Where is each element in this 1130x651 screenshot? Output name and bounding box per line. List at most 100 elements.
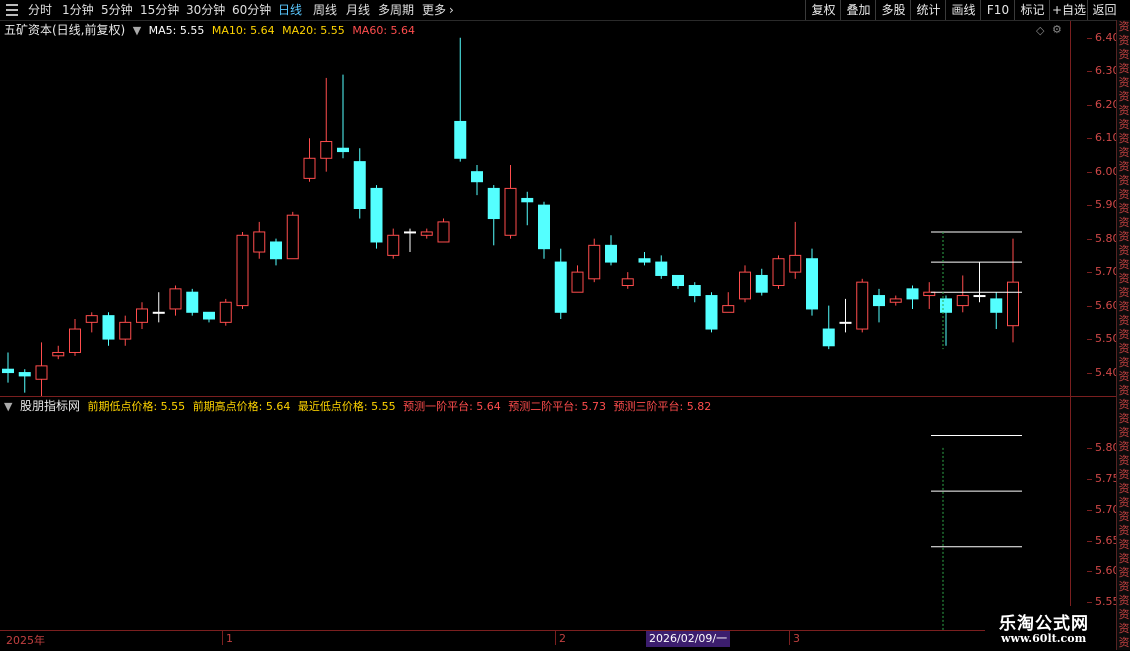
candle[interactable] [571, 265, 584, 293]
chevron-right-icon[interactable]: › [449, 0, 454, 20]
candle[interactable] [270, 238, 282, 266]
candle[interactable] [471, 164, 483, 196]
candle[interactable] [203, 311, 215, 323]
tab-9[interactable]: 多周期 [378, 0, 414, 20]
candle[interactable] [320, 77, 333, 172]
candle[interactable] [454, 37, 467, 162]
tab-5[interactable]: 60分钟 [232, 0, 271, 20]
candle[interactable] [85, 312, 98, 333]
toolbar-button-4[interactable]: 画线 [945, 0, 981, 20]
candle[interactable] [722, 292, 735, 313]
tab-10[interactable]: 更多 [422, 0, 446, 20]
candle[interactable] [705, 292, 718, 333]
candle[interactable] [638, 252, 651, 266]
toolbar-button-6[interactable]: 标记 [1014, 0, 1050, 20]
candle[interactable] [437, 218, 450, 243]
candle[interactable] [286, 211, 299, 260]
toolbar-button-7[interactable]: +自选 [1049, 0, 1088, 20]
candle[interactable] [236, 231, 249, 309]
candle[interactable] [370, 185, 383, 249]
candle-body [169, 288, 182, 310]
candle[interactable] [554, 248, 567, 319]
toolbar-button-1[interactable]: 叠加 [840, 0, 876, 20]
candle[interactable] [856, 278, 869, 333]
candle[interactable] [35, 342, 48, 396]
tab-0[interactable]: 分时 [28, 0, 52, 20]
candle[interactable] [102, 312, 115, 346]
toolbar-button-5[interactable]: F10 [980, 0, 1015, 20]
toolbar-button-8[interactable]: 返回 [1087, 0, 1121, 20]
candle[interactable] [772, 255, 785, 289]
candle[interactable] [839, 298, 852, 333]
candle-body [420, 231, 433, 236]
candle[interactable] [253, 221, 266, 259]
candle[interactable] [487, 185, 500, 246]
candle[interactable] [605, 235, 617, 266]
candle[interactable] [387, 228, 400, 259]
candle[interactable] [956, 275, 969, 313]
candle[interactable] [655, 255, 668, 279]
toolbar-button-2[interactable]: 多股 [875, 0, 911, 20]
tab-3[interactable]: 15分钟 [140, 0, 179, 20]
candle-body [219, 301, 232, 323]
candle[interactable] [973, 262, 986, 303]
candle[interactable] [621, 272, 634, 289]
candle-body [387, 234, 400, 256]
candle[interactable] [538, 201, 550, 259]
side-info-strip[interactable]: 资资资资资资资资资资资资资资资资资资资资资资资资资资资资资资资资资资资资资资资资… [1116, 20, 1130, 650]
candle[interactable] [404, 228, 416, 253]
candle[interactable] [186, 288, 199, 316]
candle[interactable] [755, 268, 768, 296]
candle[interactable] [152, 292, 165, 323]
menu-icon[interactable] [6, 4, 18, 16]
candle[interactable] [806, 248, 818, 316]
candle[interactable] [672, 274, 684, 289]
side-glyph: 资 [1118, 62, 1130, 75]
period-toolbar: 分时 1分钟 5分钟 15分钟 30分钟 60分钟 日线 周线 月线 多周期 更多 › 复权 叠加 多股统… [0, 0, 1130, 21]
candle[interactable] [18, 369, 31, 393]
candle[interactable] [219, 298, 232, 326]
tab-8[interactable]: 月线 [346, 0, 370, 20]
candle[interactable] [906, 285, 919, 309]
candle[interactable] [1007, 238, 1019, 343]
candle[interactable] [889, 295, 902, 306]
candle[interactable] [873, 288, 885, 323]
side-glyph: 资 [1118, 300, 1130, 313]
candle[interactable] [69, 318, 81, 356]
candle[interactable] [688, 282, 701, 303]
tab-4[interactable]: 30分钟 [186, 0, 225, 20]
side-glyph: 资 [1118, 412, 1130, 425]
side-glyph: 资 [1118, 510, 1130, 523]
candle-body [722, 305, 735, 313]
candle[interactable] [588, 238, 601, 283]
candle[interactable] [521, 191, 534, 226]
tab-7[interactable]: 周线 [313, 0, 337, 20]
candle[interactable] [136, 302, 148, 330]
kline-chart[interactable] [0, 21, 1070, 396]
tab-2[interactable]: 5分钟 [101, 0, 133, 20]
candle[interactable] [940, 295, 952, 346]
candle[interactable] [789, 221, 802, 279]
candle[interactable] [169, 285, 182, 316]
candle[interactable] [420, 228, 433, 239]
tab-1[interactable]: 1分钟 [62, 0, 94, 20]
tab-6[interactable]: 日线 [278, 0, 302, 20]
indicator-chart[interactable] [0, 397, 1070, 630]
toolbar-button-0[interactable]: 复权 [805, 0, 841, 20]
candle-body [605, 244, 617, 263]
candle[interactable] [923, 282, 936, 309]
candle[interactable] [822, 305, 835, 350]
candle[interactable] [2, 352, 14, 383]
candle[interactable] [504, 164, 517, 239]
indicator-axis: 5.80 5.75 5.70 5.65 5.60 5.55 [1070, 397, 1120, 630]
candle[interactable] [337, 74, 349, 159]
candle[interactable] [303, 138, 316, 182]
candle[interactable] [119, 315, 132, 346]
candle[interactable] [52, 345, 65, 360]
candle[interactable] [353, 148, 366, 219]
indicator-panel: ▼ 股朋指标网 前期低点价格: 5.55 前期高点价格: 5.64 最近低点价格… [0, 397, 1070, 630]
toolbar-button-3[interactable]: 统计 [910, 0, 946, 20]
side-glyph: 资 [1118, 524, 1130, 537]
candle[interactable] [990, 292, 1003, 330]
candle[interactable] [739, 265, 751, 303]
